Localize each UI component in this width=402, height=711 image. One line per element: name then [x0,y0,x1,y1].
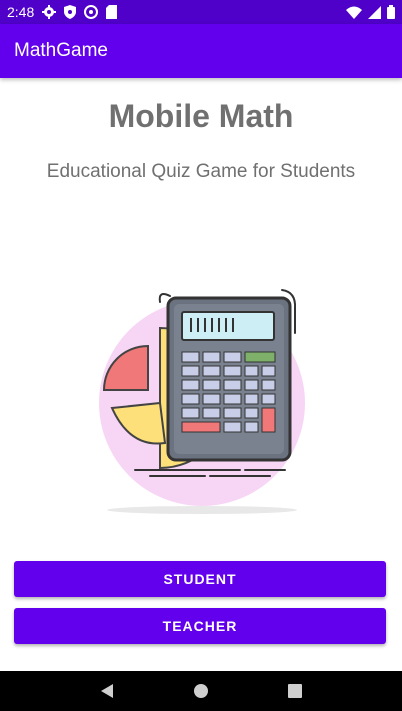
calculator-illustration [90,278,320,528]
student-button[interactable]: STUDENT [14,561,386,597]
shield-icon [64,5,77,19]
main-content: Mobile Math Educational Quiz Game for St… [0,78,402,671]
navigation-bar [0,671,402,711]
at-sign-icon [84,5,99,19]
page-subtitle: Educational Quiz Game for Students [46,161,356,182]
battery-icon [387,5,395,19]
settings-icon [42,5,57,19]
signal-icon [368,5,381,19]
back-icon[interactable] [87,671,127,711]
status-time: 2:48 [7,4,35,20]
app-title: MathGame [14,40,108,61]
app-bar: MathGame [0,24,402,78]
sd-card-icon [106,5,118,19]
teacher-button[interactable]: TEACHER [14,608,386,644]
recents-icon[interactable] [275,671,315,711]
status-bar: 2:48 [0,0,402,24]
page-title: Mobile Math [108,98,294,134]
home-icon[interactable] [181,671,221,711]
wifi-icon [346,6,362,19]
calculator-body [166,296,292,462]
